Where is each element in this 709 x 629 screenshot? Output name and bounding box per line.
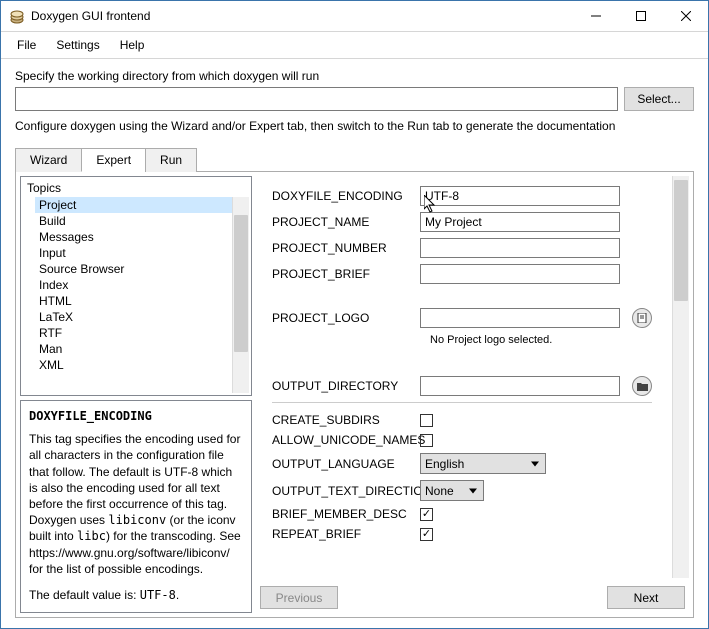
- next-button[interactable]: Next: [607, 586, 685, 609]
- select-dir-button[interactable]: Select...: [624, 87, 694, 111]
- topic-html[interactable]: HTML: [35, 293, 232, 309]
- input-project-brief[interactable]: [420, 264, 620, 284]
- input-project-logo[interactable]: [420, 308, 620, 328]
- menu-settings[interactable]: Settings: [48, 36, 107, 54]
- working-dir-input[interactable]: [15, 87, 618, 111]
- label-repeat-brief: REPEAT_BRIEF: [272, 527, 412, 541]
- topic-rtf[interactable]: RTF: [35, 325, 232, 341]
- label-project-logo: PROJECT_LOGO: [272, 311, 412, 325]
- tab-wizard[interactable]: Wizard: [15, 148, 82, 172]
- label-output-directory: OUTPUT_DIRECTORY: [272, 379, 412, 393]
- help-text-1: This tag specifies the encoding used for…: [29, 431, 243, 577]
- form-scrollbar[interactable]: [672, 176, 689, 578]
- browse-output-dir-button[interactable]: [632, 376, 652, 396]
- settings-form: DOXYFILE_ENCODING PROJECT_NAME PROJECT_N…: [256, 176, 672, 578]
- minimize-icon: [591, 11, 601, 21]
- topic-latex[interactable]: LaTeX: [35, 309, 232, 325]
- topics-panel: Topics Project Build Messages Input Sour…: [20, 176, 252, 396]
- help-text-2: The default value is: UTF-8.: [29, 587, 243, 603]
- window-title: Doxygen GUI frontend: [31, 9, 150, 23]
- divider: [272, 402, 652, 403]
- label-output-language: OUTPUT_LANGUAGE: [272, 457, 412, 471]
- folder-icon: [637, 382, 648, 391]
- tab-run[interactable]: Run: [145, 148, 197, 172]
- maximize-icon: [636, 11, 646, 21]
- label-project-name: PROJECT_NAME: [272, 215, 412, 229]
- maximize-button[interactable]: [618, 1, 663, 31]
- topic-man[interactable]: Man: [35, 341, 232, 357]
- file-icon: [637, 313, 647, 323]
- input-project-number[interactable]: [420, 238, 620, 258]
- topics-scrollbar[interactable]: [232, 197, 249, 393]
- input-project-name[interactable]: [420, 212, 620, 232]
- select-output-text-direction[interactable]: None: [420, 480, 484, 501]
- close-button[interactable]: [663, 1, 708, 31]
- topics-list[interactable]: Project Build Messages Input Source Brow…: [23, 197, 232, 393]
- label-create-subdirs: CREATE_SUBDIRS: [272, 413, 412, 427]
- topic-xml[interactable]: XML: [35, 357, 232, 373]
- check-allow-unicode-names[interactable]: [420, 434, 433, 447]
- previous-button[interactable]: Previous: [260, 586, 338, 609]
- check-repeat-brief[interactable]: [420, 528, 433, 541]
- check-create-subdirs[interactable]: [420, 414, 433, 427]
- no-logo-text: No Project logo selected.: [430, 334, 664, 346]
- menu-help[interactable]: Help: [112, 36, 153, 54]
- app-icon: [9, 8, 25, 24]
- minimize-button[interactable]: [573, 1, 618, 31]
- help-title: DOXYFILE_ENCODING: [29, 409, 243, 423]
- label-doxyfile-encoding: DOXYFILE_ENCODING: [272, 189, 412, 203]
- select-output-language[interactable]: English: [420, 453, 546, 474]
- label-project-brief: PROJECT_BRIEF: [272, 267, 412, 281]
- menubar: File Settings Help: [1, 32, 708, 59]
- input-doxyfile-encoding[interactable]: [420, 186, 620, 206]
- label-brief-member-desc: BRIEF_MEMBER_DESC: [272, 507, 412, 521]
- label-project-number: PROJECT_NUMBER: [272, 241, 412, 255]
- topic-project[interactable]: Project: [35, 197, 232, 213]
- tab-expert[interactable]: Expert: [81, 148, 146, 172]
- titlebar: Doxygen GUI frontend: [1, 1, 708, 32]
- check-brief-member-desc[interactable]: [420, 508, 433, 521]
- label-allow-unicode-names: ALLOW_UNICODE_NAMES: [272, 433, 412, 447]
- topic-build[interactable]: Build: [35, 213, 232, 229]
- help-panel: DOXYFILE_ENCODING This tag specifies the…: [20, 400, 252, 613]
- topic-input[interactable]: Input: [35, 245, 232, 261]
- specify-dir-label: Specify the working directory from which…: [15, 69, 694, 83]
- browse-logo-button[interactable]: [632, 308, 652, 328]
- topic-messages[interactable]: Messages: [35, 229, 232, 245]
- input-output-directory[interactable]: [420, 376, 620, 396]
- topic-source-browser[interactable]: Source Browser: [35, 261, 232, 277]
- tabstrip: Wizard Expert Run: [15, 147, 694, 172]
- close-icon: [681, 11, 691, 21]
- topic-index[interactable]: Index: [35, 277, 232, 293]
- label-output-text-direction: OUTPUT_TEXT_DIRECTION: [272, 484, 412, 498]
- topics-header: Topics: [23, 179, 249, 197]
- menu-file[interactable]: File: [9, 36, 44, 54]
- configure-hint-label: Configure doxygen using the Wizard and/o…: [15, 119, 694, 133]
